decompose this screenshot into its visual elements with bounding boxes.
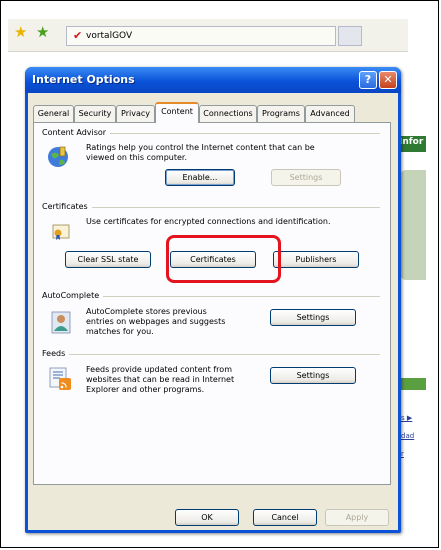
feeds-description: Feeds provide updated content from websi… [86,365,235,394]
certificates-heading: Certificates [42,202,92,211]
enable-content-advisor-button[interactable]: Enable... [165,169,235,186]
add-favorite-icon[interactable]: ★ [36,24,49,40]
certificates-description: Use certificates for encrypted connectio… [86,217,331,226]
favorites-star-icon[interactable]: ★ [14,24,27,40]
feeds-icon [49,367,71,390]
browser-tab[interactable]: ✔ vortalGOV [66,26,336,46]
publishers-button[interactable]: Publishers [273,251,359,268]
tab-security[interactable]: Security [74,105,116,122]
tab-content[interactable]: Content [155,102,199,123]
certificate-icon [52,224,70,240]
content-advisor-heading: Content Advisor [42,128,111,137]
content-advisor-description: Ratings help you control the Internet co… [86,143,315,162]
clear-ssl-state-button[interactable]: Clear SSL state [65,251,151,268]
autocomplete-settings-button[interactable]: Settings [270,309,356,326]
content-advisor-globe-icon [48,146,68,167]
content-advisor-settings-button[interactable]: Settings [271,169,341,186]
autocomplete-user-icon [51,311,71,334]
tab-connections[interactable]: Connections [199,105,257,122]
feeds-divider [42,354,380,355]
site-logo-icon: ✔ [73,29,83,42]
autocomplete-description: AutoComplete stores previous entries on … [86,307,226,336]
close-button[interactable]: ✕ [379,71,397,89]
dialog-titlebar[interactable]: Internet Options ? ✕ [25,67,401,93]
new-tab-button[interactable] [338,26,362,46]
tab-programs[interactable]: Programs [257,105,305,122]
help-button[interactable]: ? [359,71,377,89]
apply-button[interactable]: Apply [325,509,389,526]
tab-privacy[interactable]: Privacy [116,105,155,122]
tab-general[interactable]: General [33,105,74,122]
certificates-divider [42,207,380,208]
autocomplete-heading: AutoComplete [42,291,104,300]
dialog-title: Internet Options [32,73,135,86]
browser-tab-label: vortalGOV [86,31,133,41]
internet-options-dialog: Internet Options ? ✕ General Security Pr… [25,67,401,533]
feeds-settings-button[interactable]: Settings [270,367,356,384]
ok-button[interactable]: OK [175,509,239,526]
cancel-button[interactable]: Cancel [253,509,317,526]
tab-advanced[interactable]: Advanced [305,105,355,122]
dialog-client-area: General Security Privacy Content Connect… [28,93,398,530]
certificates-highlight-annotation [166,235,281,283]
feeds-heading: Feeds [42,349,70,358]
content-tab-panel: Content Advisor Ratings help you control… [33,122,391,485]
